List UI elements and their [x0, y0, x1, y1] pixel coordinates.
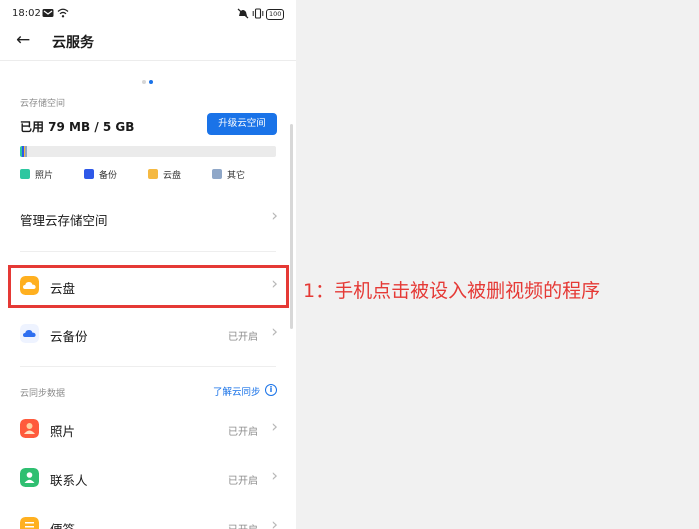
status-time: 18:02 — [12, 8, 41, 19]
sync-item-notes[interactable]: 便签 已开启 › — [0, 507, 296, 529]
vibrate-icon — [252, 8, 264, 22]
sync-item-contacts[interactable]: 联系人 已开启 › — [0, 458, 296, 498]
sync-item-status: 已开启 — [228, 476, 258, 487]
sync-section-label: 云同步数据 — [20, 389, 66, 399]
legend-label: 照片 — [35, 171, 54, 181]
cloud-backup-label: 云备份 — [50, 329, 88, 344]
chevron-right-icon: › — [271, 466, 278, 486]
manage-storage-label: 管理云存储空间 — [20, 213, 108, 228]
legend-label: 其它 — [227, 171, 246, 181]
status-bar: 18:02 100 — [0, 0, 296, 28]
wifi-icon — [57, 8, 69, 21]
sync-item-photos[interactable]: 照片 已开启 › — [0, 409, 296, 449]
legend-item: 备份 — [84, 168, 117, 181]
sync-item-status: 已开启 — [228, 427, 258, 438]
page-dot-active — [149, 80, 153, 84]
manage-storage-row[interactable]: 管理云存储空间 › — [0, 198, 296, 238]
storage-used-text: 已用 79 MB / 5 GB — [20, 120, 135, 134]
chevron-right-icon: › — [271, 515, 278, 529]
legend-label: 备份 — [99, 171, 118, 181]
sync-item-label: 便签 — [50, 519, 75, 529]
chevron-right-icon: › — [271, 322, 278, 342]
upgrade-storage-button[interactable]: 升级云空间 — [207, 113, 277, 135]
usage-other-segment — [25, 146, 27, 157]
photos-icon — [20, 419, 39, 438]
sync-item-label: 联系人 — [50, 473, 88, 488]
legend-label: 云盘 — [163, 171, 182, 181]
mute-icon — [237, 8, 249, 22]
divider — [20, 366, 276, 367]
legend-swatch — [148, 169, 158, 179]
battery-indicator: 100 — [266, 9, 285, 20]
page-title: 云服务 — [52, 35, 94, 51]
back-arrow-icon[interactable]: ← — [16, 30, 30, 50]
storage-section-label: 云存储空间 — [20, 99, 66, 109]
chevron-right-icon: › — [271, 417, 278, 437]
highlight-box — [8, 265, 289, 308]
legend-item: 其它 — [212, 168, 245, 181]
message-icon — [42, 8, 54, 21]
learn-sync-link[interactable]: 了解云同步 — [213, 384, 261, 398]
page-indicator — [142, 69, 156, 88]
chevron-right-icon: › — [271, 206, 278, 226]
annotation-text: 1：手机点击被设入被删视频的程序 — [303, 280, 601, 302]
scrollbar[interactable] — [290, 124, 293, 329]
page-dot — [142, 80, 146, 84]
sync-item-label: 照片 — [50, 424, 76, 439]
legend-item: 云盘 — [148, 168, 181, 181]
divider — [20, 251, 276, 252]
legend-item: 照片 — [20, 168, 53, 181]
cloud-backup-status: 已开启 — [228, 332, 258, 343]
cloud-backup-icon — [20, 324, 39, 343]
cloud-backup-row[interactable]: 云备份 已开启 › — [0, 314, 296, 354]
storage-usage-bar — [20, 146, 276, 157]
app-header: ← 云服务 — [0, 28, 296, 61]
legend-swatch — [212, 169, 222, 179]
legend-swatch — [20, 169, 30, 179]
contacts-icon — [20, 468, 39, 487]
notes-icon — [20, 517, 39, 529]
sync-item-status: 已开启 — [228, 521, 258, 529]
info-icon[interactable]: i — [265, 384, 277, 396]
legend-swatch — [84, 169, 94, 179]
